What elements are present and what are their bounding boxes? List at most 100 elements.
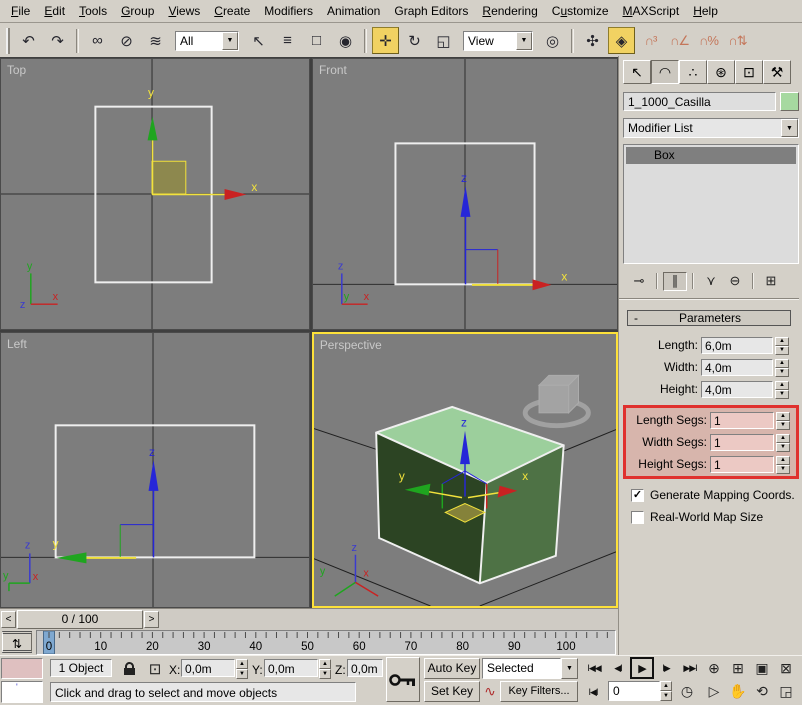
width-segs-spinner[interactable]: ▲ ▼ — [776, 433, 790, 452]
height-segs-spinner[interactable]: ▲ ▼ — [776, 455, 790, 474]
zoom-extents-all-button[interactable]: ⊠ — [774, 658, 798, 678]
zoom-button[interactable]: ⊕ — [702, 658, 726, 678]
zoom-extents-button[interactable]: ▣ — [750, 658, 774, 678]
generate-mapping-coords-checkbox[interactable]: ✓ — [631, 488, 644, 502]
menu-modifiers[interactable]: Modifiers — [257, 1, 320, 21]
menu-edit[interactable]: Edit — [37, 1, 72, 21]
length-segs-spinner[interactable]: ▲ ▼ — [776, 411, 790, 430]
height-field[interactable]: 4,0m — [701, 380, 773, 398]
move-gizmo-x-arrow[interactable] — [532, 279, 552, 291]
x-spinner[interactable]: ▲ ▼ — [236, 659, 248, 679]
snaps-toggle-icon[interactable]: ◈ — [608, 27, 635, 54]
collapse-icon[interactable]: - — [628, 311, 644, 325]
modifier-stack-item-box[interactable]: Box — [626, 147, 796, 164]
viewport-label[interactable]: Front — [319, 63, 347, 77]
go-to-start-button[interactable]: Ι◀◀ — [582, 658, 606, 678]
toolbar-drag-handle[interactable] — [6, 27, 10, 54]
tab-utilities[interactable]: ⚒ — [763, 60, 791, 84]
box-wireframe[interactable] — [54, 424, 256, 559]
next-frame-button[interactable]: Ι▶ — [656, 658, 676, 678]
tab-create[interactable]: ↖ — [623, 60, 651, 84]
tab-hierarchy[interactable]: ∴ — [679, 60, 707, 84]
previous-frame-arrow[interactable]: < — [1, 611, 16, 628]
move-gizmo-x-arrow[interactable] — [224, 189, 247, 200]
select-and-scale-icon[interactable]: ◱ — [430, 27, 457, 54]
viewport-perspective[interactable]: z y x z y x Perspective — [312, 332, 618, 608]
width-field[interactable]: 4,0m — [701, 358, 773, 376]
chevron-down-icon[interactable]: ▼ — [516, 31, 532, 50]
menu-help[interactable]: Help — [686, 1, 725, 21]
menu-file[interactable]: File — [4, 1, 37, 21]
unlink-selection-icon[interactable]: ⊘ — [113, 27, 140, 54]
menu-create[interactable]: Create — [207, 1, 257, 21]
make-unique-icon[interactable]: ⋎ — [699, 272, 723, 291]
mini-curve-editor-button[interactable]: ⇅ — [2, 631, 32, 653]
reference-coordinate-system-dropdown[interactable]: View ▼ — [463, 30, 533, 51]
go-to-end-button[interactable]: ▶▶Ι — [678, 658, 702, 678]
move-gizmo-z-arrow[interactable] — [460, 186, 471, 217]
absolute-mode-icon[interactable]: ⊡ — [146, 660, 164, 678]
real-world-map-size-checkbox[interactable] — [631, 510, 644, 524]
window-crossing-toggle-icon[interactable]: ◉ — [332, 27, 359, 54]
menu-views[interactable]: Views — [161, 1, 207, 21]
width-spinner[interactable]: ▲ ▼ — [775, 358, 789, 377]
remove-modifier-icon[interactable]: ⊖ — [723, 272, 747, 291]
chevron-down-icon[interactable]: ▼ — [222, 31, 238, 50]
rectangular-selection-region-icon[interactable]: □ — [303, 27, 330, 54]
menu-maxscript[interactable]: MAXScript — [616, 1, 687, 21]
snap-3d-icon[interactable]: ∩³ — [637, 27, 664, 54]
time-configuration-icon[interactable]: ◷ — [676, 682, 698, 701]
z-coordinate-field[interactable]: 0,0m — [347, 659, 383, 677]
select-and-link-icon[interactable]: ∞ — [84, 27, 111, 54]
length-spinner[interactable]: ▲ ▼ — [775, 336, 789, 355]
next-frame-arrow[interactable]: > — [144, 611, 159, 628]
key-mode-toggle-icon[interactable]: Ι◀Ι — [582, 683, 604, 701]
frame-spinner[interactable]: ▲ ▼ — [660, 681, 672, 701]
default-in-out-tangents-icon[interactable]: ∿ — [482, 681, 498, 702]
width-segs-field[interactable]: 1 — [710, 433, 774, 451]
arc-rotate-button[interactable]: ⟲ — [750, 681, 774, 701]
track-bar-ruler[interactable]: 0 10 20 30 40 50 60 70 80 90 100 — [36, 630, 616, 655]
set-key-button[interactable]: Set Key — [424, 681, 480, 702]
redo-icon[interactable]: ↷ — [44, 27, 71, 54]
y-coordinate-field[interactable]: 0,0m — [264, 659, 318, 677]
select-object-icon[interactable]: ↖ — [245, 27, 272, 54]
length-field[interactable]: 6,0m — [701, 336, 773, 354]
selection-lock-icon[interactable] — [120, 660, 138, 677]
viewport-top[interactable]: y x y z x Top — [0, 58, 310, 330]
length-segs-field[interactable]: 1 — [710, 411, 774, 429]
tab-motion[interactable]: ⊛ — [707, 60, 735, 84]
maxscript-mini-listener[interactable]: ' — [1, 681, 43, 703]
selection-filter-dropdown[interactable]: All ▼ — [175, 30, 239, 51]
menu-graph-editors[interactable]: Graph Editors — [387, 1, 475, 21]
height-segs-field[interactable]: 1 — [710, 455, 774, 473]
menu-tools[interactable]: Tools — [72, 1, 114, 21]
viewport-front[interactable]: z x z y x Front — [312, 58, 618, 330]
percent-snap-icon[interactable]: ∩% — [695, 27, 722, 54]
object-name-field[interactable]: 1_1000_Casilla — [623, 92, 776, 111]
modifier-list-dropdown[interactable]: Modifier List ▼ — [623, 118, 799, 138]
menu-customize[interactable]: Customize — [545, 1, 616, 21]
select-and-move-icon[interactable]: ✛ — [372, 27, 399, 54]
spinner-snap-icon[interactable]: ∩⇅ — [724, 27, 751, 54]
move-gizmo-y-arrow[interactable] — [147, 116, 158, 141]
chevron-down-icon[interactable]: ▼ — [561, 658, 578, 679]
pin-stack-icon[interactable]: ⊸ — [627, 272, 651, 291]
move-gizmo-y-arrow[interactable] — [56, 552, 87, 564]
select-by-name-icon[interactable]: ≡ — [274, 27, 301, 54]
previous-frame-button[interactable]: ◀Ι — [608, 658, 628, 678]
current-frame-field[interactable]: 0 — [608, 681, 660, 701]
select-and-rotate-icon[interactable]: ↻ — [401, 27, 428, 54]
viewport-label[interactable]: Top — [7, 63, 27, 77]
angle-snap-icon[interactable]: ∩∠ — [666, 27, 693, 54]
viewport-left[interactable]: z y z y x Left — [0, 332, 310, 608]
show-end-result-icon[interactable]: ∥ — [663, 271, 687, 291]
menu-rendering[interactable]: Rendering — [475, 1, 544, 21]
selection-set-dropdown[interactable]: Selected ▼ — [482, 658, 578, 679]
time-slider-handle[interactable]: 0 / 100 — [17, 610, 143, 629]
object-color-swatch[interactable] — [780, 92, 799, 111]
parameters-rollout-header[interactable]: - Parameters — [627, 310, 791, 326]
tab-display[interactable]: ⊡ — [735, 60, 763, 84]
x-coordinate-field[interactable]: 0,0m — [181, 659, 235, 677]
viewport-label[interactable]: Perspective — [320, 338, 382, 352]
